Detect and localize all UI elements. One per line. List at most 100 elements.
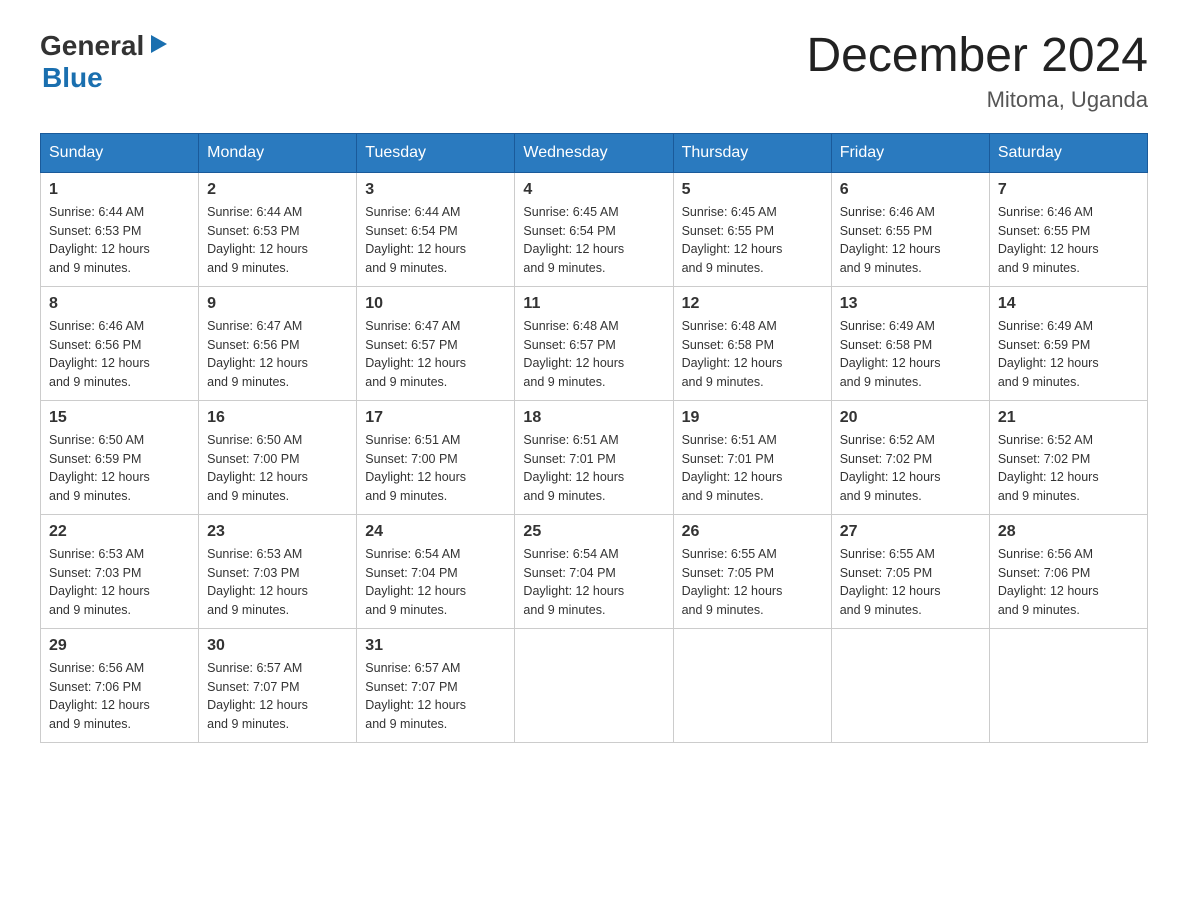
calendar-cell: 23 Sunrise: 6:53 AM Sunset: 7:03 PM Dayl… (199, 514, 357, 628)
logo: General Blue (40, 30, 169, 94)
location-subtitle: Mitoma, Uganda (806, 87, 1148, 113)
calendar-header-row: SundayMondayTuesdayWednesdayThursdayFrid… (41, 133, 1148, 172)
calendar-cell: 1 Sunrise: 6:44 AM Sunset: 6:53 PM Dayli… (41, 172, 199, 286)
calendar-cell (515, 628, 673, 742)
day-info: Sunrise: 6:46 AM Sunset: 6:56 PM Dayligh… (49, 319, 150, 389)
calendar-cell: 12 Sunrise: 6:48 AM Sunset: 6:58 PM Dayl… (673, 286, 831, 400)
day-number: 23 (207, 523, 348, 541)
calendar-cell: 13 Sunrise: 6:49 AM Sunset: 6:58 PM Dayl… (831, 286, 989, 400)
calendar-cell: 7 Sunrise: 6:46 AM Sunset: 6:55 PM Dayli… (989, 172, 1147, 286)
day-number: 7 (998, 181, 1139, 199)
day-info: Sunrise: 6:57 AM Sunset: 7:07 PM Dayligh… (365, 661, 466, 731)
day-header-monday: Monday (199, 133, 357, 172)
day-info: Sunrise: 6:50 AM Sunset: 7:00 PM Dayligh… (207, 433, 308, 503)
day-info: Sunrise: 6:46 AM Sunset: 6:55 PM Dayligh… (998, 205, 1099, 275)
day-number: 17 (365, 409, 506, 427)
calendar-cell (831, 628, 989, 742)
calendar-cell: 5 Sunrise: 6:45 AM Sunset: 6:55 PM Dayli… (673, 172, 831, 286)
calendar-cell: 16 Sunrise: 6:50 AM Sunset: 7:00 PM Dayl… (199, 400, 357, 514)
day-header-saturday: Saturday (989, 133, 1147, 172)
day-number: 24 (365, 523, 506, 541)
calendar-cell: 10 Sunrise: 6:47 AM Sunset: 6:57 PM Dayl… (357, 286, 515, 400)
day-info: Sunrise: 6:45 AM Sunset: 6:54 PM Dayligh… (523, 205, 624, 275)
day-info: Sunrise: 6:46 AM Sunset: 6:55 PM Dayligh… (840, 205, 941, 275)
day-number: 25 (523, 523, 664, 541)
calendar-cell: 31 Sunrise: 6:57 AM Sunset: 7:07 PM Dayl… (357, 628, 515, 742)
day-number: 28 (998, 523, 1139, 541)
day-info: Sunrise: 6:49 AM Sunset: 6:58 PM Dayligh… (840, 319, 941, 389)
day-number: 27 (840, 523, 981, 541)
day-header-sunday: Sunday (41, 133, 199, 172)
day-info: Sunrise: 6:44 AM Sunset: 6:54 PM Dayligh… (365, 205, 466, 275)
calendar-cell: 17 Sunrise: 6:51 AM Sunset: 7:00 PM Dayl… (357, 400, 515, 514)
day-number: 5 (682, 181, 823, 199)
calendar-cell: 22 Sunrise: 6:53 AM Sunset: 7:03 PM Dayl… (41, 514, 199, 628)
day-info: Sunrise: 6:54 AM Sunset: 7:04 PM Dayligh… (365, 547, 466, 617)
calendar-cell: 21 Sunrise: 6:52 AM Sunset: 7:02 PM Dayl… (989, 400, 1147, 514)
calendar-cell: 29 Sunrise: 6:56 AM Sunset: 7:06 PM Dayl… (41, 628, 199, 742)
day-header-friday: Friday (831, 133, 989, 172)
day-info: Sunrise: 6:48 AM Sunset: 6:57 PM Dayligh… (523, 319, 624, 389)
day-number: 18 (523, 409, 664, 427)
day-number: 14 (998, 295, 1139, 313)
day-number: 2 (207, 181, 348, 199)
calendar-cell: 20 Sunrise: 6:52 AM Sunset: 7:02 PM Dayl… (831, 400, 989, 514)
day-info: Sunrise: 6:55 AM Sunset: 7:05 PM Dayligh… (840, 547, 941, 617)
day-number: 4 (523, 181, 664, 199)
week-row-2: 8 Sunrise: 6:46 AM Sunset: 6:56 PM Dayli… (41, 286, 1148, 400)
day-header-tuesday: Tuesday (357, 133, 515, 172)
day-number: 13 (840, 295, 981, 313)
day-info: Sunrise: 6:52 AM Sunset: 7:02 PM Dayligh… (998, 433, 1099, 503)
calendar-cell: 4 Sunrise: 6:45 AM Sunset: 6:54 PM Dayli… (515, 172, 673, 286)
day-number: 21 (998, 409, 1139, 427)
logo-general-text: General (40, 30, 144, 62)
calendar-cell: 14 Sunrise: 6:49 AM Sunset: 6:59 PM Dayl… (989, 286, 1147, 400)
calendar-cell: 6 Sunrise: 6:46 AM Sunset: 6:55 PM Dayli… (831, 172, 989, 286)
week-row-5: 29 Sunrise: 6:56 AM Sunset: 7:06 PM Dayl… (41, 628, 1148, 742)
day-info: Sunrise: 6:57 AM Sunset: 7:07 PM Dayligh… (207, 661, 308, 731)
day-info: Sunrise: 6:48 AM Sunset: 6:58 PM Dayligh… (682, 319, 783, 389)
calendar-cell: 18 Sunrise: 6:51 AM Sunset: 7:01 PM Dayl… (515, 400, 673, 514)
calendar-cell: 30 Sunrise: 6:57 AM Sunset: 7:07 PM Dayl… (199, 628, 357, 742)
calendar-cell: 28 Sunrise: 6:56 AM Sunset: 7:06 PM Dayl… (989, 514, 1147, 628)
day-info: Sunrise: 6:44 AM Sunset: 6:53 PM Dayligh… (207, 205, 308, 275)
day-info: Sunrise: 6:51 AM Sunset: 7:01 PM Dayligh… (523, 433, 624, 503)
calendar-cell: 2 Sunrise: 6:44 AM Sunset: 6:53 PM Dayli… (199, 172, 357, 286)
day-number: 11 (523, 295, 664, 313)
day-number: 31 (365, 637, 506, 655)
day-info: Sunrise: 6:51 AM Sunset: 7:00 PM Dayligh… (365, 433, 466, 503)
day-number: 30 (207, 637, 348, 655)
day-number: 6 (840, 181, 981, 199)
logo-arrow-icon (147, 33, 169, 60)
calendar-cell: 15 Sunrise: 6:50 AM Sunset: 6:59 PM Dayl… (41, 400, 199, 514)
day-number: 15 (49, 409, 190, 427)
month-title: December 2024 (806, 30, 1148, 83)
calendar-cell: 24 Sunrise: 6:54 AM Sunset: 7:04 PM Dayl… (357, 514, 515, 628)
day-number: 12 (682, 295, 823, 313)
logo-blue-text: Blue (42, 62, 103, 93)
day-info: Sunrise: 6:47 AM Sunset: 6:57 PM Dayligh… (365, 319, 466, 389)
day-number: 8 (49, 295, 190, 313)
calendar-cell: 25 Sunrise: 6:54 AM Sunset: 7:04 PM Dayl… (515, 514, 673, 628)
day-info: Sunrise: 6:51 AM Sunset: 7:01 PM Dayligh… (682, 433, 783, 503)
day-info: Sunrise: 6:44 AM Sunset: 6:53 PM Dayligh… (49, 205, 150, 275)
calendar-table: SundayMondayTuesdayWednesdayThursdayFrid… (40, 133, 1148, 743)
day-number: 19 (682, 409, 823, 427)
calendar-cell: 9 Sunrise: 6:47 AM Sunset: 6:56 PM Dayli… (199, 286, 357, 400)
week-row-3: 15 Sunrise: 6:50 AM Sunset: 6:59 PM Dayl… (41, 400, 1148, 514)
calendar-cell: 11 Sunrise: 6:48 AM Sunset: 6:57 PM Dayl… (515, 286, 673, 400)
day-header-wednesday: Wednesday (515, 133, 673, 172)
title-block: December 2024 Mitoma, Uganda (806, 30, 1148, 113)
day-number: 1 (49, 181, 190, 199)
day-info: Sunrise: 6:55 AM Sunset: 7:05 PM Dayligh… (682, 547, 783, 617)
calendar-cell: 3 Sunrise: 6:44 AM Sunset: 6:54 PM Dayli… (357, 172, 515, 286)
day-info: Sunrise: 6:53 AM Sunset: 7:03 PM Dayligh… (207, 547, 308, 617)
page-header: General Blue December 2024 Mitoma, Ugand… (40, 30, 1148, 113)
day-number: 3 (365, 181, 506, 199)
day-info: Sunrise: 6:56 AM Sunset: 7:06 PM Dayligh… (998, 547, 1099, 617)
day-info: Sunrise: 6:53 AM Sunset: 7:03 PM Dayligh… (49, 547, 150, 617)
day-number: 20 (840, 409, 981, 427)
day-info: Sunrise: 6:56 AM Sunset: 7:06 PM Dayligh… (49, 661, 150, 731)
day-info: Sunrise: 6:52 AM Sunset: 7:02 PM Dayligh… (840, 433, 941, 503)
calendar-cell: 26 Sunrise: 6:55 AM Sunset: 7:05 PM Dayl… (673, 514, 831, 628)
